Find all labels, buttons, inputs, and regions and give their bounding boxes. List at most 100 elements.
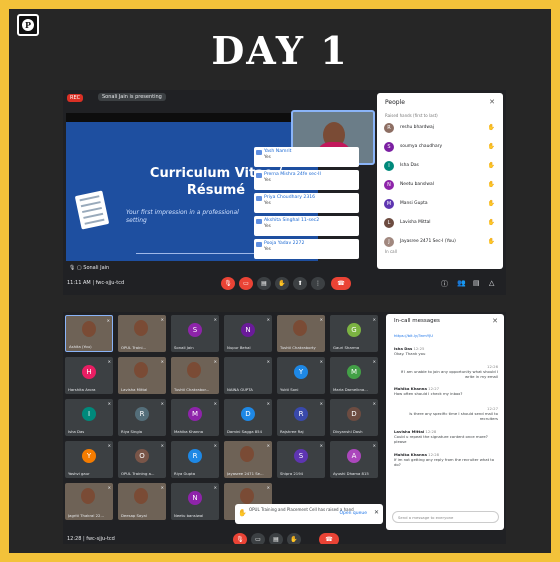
open-queue-link[interactable]: Open queue	[339, 511, 367, 516]
mic-off-button[interactable]: 🎙	[233, 533, 247, 544]
participant-tile[interactable]: ✕ Jayasree 2471 Se...	[224, 441, 272, 478]
participant-name: soumya chaudhary	[400, 144, 443, 149]
participant-name: Riya Singla	[121, 429, 143, 434]
participant-tile[interactable]: D ✕ Divyanshi Dash	[330, 399, 378, 436]
chat-notification[interactable]: Yash Namrit Yes	[254, 147, 359, 167]
participant-row[interactable]: L Lavisha Mittal ✋	[384, 218, 499, 232]
avatar: O	[135, 449, 149, 463]
captions-button[interactable]: ▤	[269, 533, 283, 544]
close-icon[interactable]: ✕	[492, 317, 498, 325]
participant-tile[interactable]: H ✕ Harshita Arora	[65, 357, 113, 394]
meeting-control-bar: 12:28 | fwc-sjju-tcd 🎙 ▭ ▤ ✋ ☎	[63, 533, 506, 544]
end-call-button[interactable]: ☎	[331, 277, 351, 290]
participant-tile[interactable]: Y ✕ Yukti Soni	[277, 357, 325, 394]
participant-name: Rajshree Raj	[280, 429, 304, 434]
participant-tile[interactable]: R ✕ Rajshree Raj	[277, 399, 325, 436]
participant-name: Isha Das	[68, 429, 85, 434]
avatar: M	[347, 365, 361, 379]
participant-tile[interactable]: ✕ Tushti Chakraborty	[277, 315, 325, 352]
participant-tile[interactable]: ✕ OPUL Traini...	[118, 315, 166, 352]
avatar: R	[188, 449, 202, 463]
mic-off-icon: ✕	[160, 401, 164, 406]
more-options-button[interactable]: ⋮	[311, 277, 325, 290]
chat-icon[interactable]: ▤	[473, 279, 480, 287]
mic-off-icon: ✕	[319, 443, 323, 448]
message-input[interactable]: Send a message to everyone	[392, 511, 499, 523]
chat-message: https://bit.ly/3nmYJU	[394, 333, 434, 338]
participant-avatar	[293, 320, 307, 336]
participant-tile[interactable]: ✕ Lavisha Mittal	[118, 357, 166, 394]
participant-tile[interactable]: D ✕ Damini Sagga 854	[224, 399, 272, 436]
captions-button[interactable]: ▤	[257, 277, 271, 290]
mic-off-icon: ✕	[213, 317, 217, 322]
participant-row[interactable]: Rreshu bhardwaj ✋	[384, 123, 499, 137]
people-heading: People	[385, 99, 405, 106]
participant-tile[interactable]: N ✕ Neetu banslwal	[171, 483, 219, 520]
chat-notifications: Yash Namrit Yes Prerna Mishra 24fe sec-II…	[254, 147, 359, 261]
participant-tile[interactable]: S ✕ Shipra 2194	[277, 441, 325, 478]
participant-tile[interactable]: R ✕ Riya Singla	[118, 399, 166, 436]
raise-hand-button[interactable]: ✋	[287, 533, 301, 544]
participant-row[interactable]: N Neetu banslwal ✋	[384, 180, 499, 194]
avatar: I	[82, 407, 96, 421]
avatar: M	[384, 199, 394, 209]
meeting-time-code: 12:28 | fwc-sjju-tcd	[67, 536, 115, 542]
participant-name: Divyanshi Dash	[333, 429, 363, 434]
participant-tile[interactable]: ✕ Jagriti Thakral 22...	[65, 483, 113, 520]
participant-tile[interactable]: G ✕ Gauri Sharma	[330, 315, 378, 352]
participant-tile[interactable]: N ✕ Nupur Behal	[224, 315, 272, 352]
avatar: R	[294, 407, 308, 421]
participant-row[interactable]: M Mansi Gupta ✋	[384, 199, 499, 213]
raise-hand-button[interactable]: ✋	[275, 277, 289, 290]
participant-tile[interactable]: ✕ NAINA GUPTA	[224, 357, 272, 394]
participant-name: reshu bhardwaj	[400, 125, 434, 130]
participant-row[interactable]: I Isha Das ✋	[384, 161, 499, 175]
slide-subtitle: Your first impression in a professional …	[126, 209, 239, 224]
participant-tile[interactable]: Y ✕ Yashvi gaur	[65, 441, 113, 478]
participant-name: Mansi Gupta	[400, 201, 428, 206]
camera-button[interactable]: ▭	[251, 533, 265, 544]
present-button[interactable]: ⬆	[293, 277, 307, 290]
participant-name: OPUL Training a...	[121, 471, 155, 476]
presenter-label: 🎙 ▢ Sonali Jain	[69, 265, 110, 271]
chat-notification[interactable]: Pooja Yadav 2272 Yes	[254, 239, 359, 259]
close-icon[interactable]: ✕	[489, 98, 495, 106]
participant-tile[interactable]: I ✕ Isha Das	[65, 399, 113, 436]
mic-off-button[interactable]: 🎙	[221, 277, 235, 290]
chat-notification[interactable]: Priya Choudhary 2316 Yes	[254, 193, 359, 213]
chat-notification[interactable]: Prerna Mishra 24fe sec-II Yes	[254, 170, 359, 190]
participant-avatar	[82, 321, 96, 337]
participant-tile[interactable]: M ✕ Mahika Khanna	[171, 399, 219, 436]
mic-off-icon: ✕	[266, 359, 270, 364]
recording-badge: REC	[67, 94, 84, 102]
people-icon[interactable]: 👥	[457, 279, 466, 287]
participant-tile[interactable]: A ✕ Ayushi Dhama 815	[330, 441, 378, 478]
chat-icon	[256, 196, 262, 201]
participant-tile[interactable]: R ✕ Riya Gupta	[171, 441, 219, 478]
avatar: N	[384, 180, 394, 190]
participant-tile[interactable]: O ✕ OPUL Training a...	[118, 441, 166, 478]
presenting-banner[interactable]: Sonali Jain is presenting	[98, 93, 166, 101]
participant-tile[interactable]: M ✕ Maria Darnelkna...	[330, 357, 378, 394]
raised-hand-icon: ✋	[487, 181, 495, 188]
chat-notification[interactable]: Akshita Singhal 11-sec2 Yes	[254, 216, 359, 236]
participant-name: Jagriti Thakral 22...	[68, 513, 105, 518]
participant-tile[interactable]: ✕ Tushti Chakrabor...	[171, 357, 219, 394]
page-title: DAY 1	[211, 28, 349, 73]
meet-screenshot-grid: ✕ Ashita (You) ✕ OPUL Traini... S ✕ Sonali Jai…	[63, 312, 506, 544]
participant-row[interactable]: Ssoumya chaudhary ✋	[384, 142, 499, 156]
avatar: S	[384, 142, 394, 152]
camera-off-button[interactable]: ▭	[239, 277, 253, 290]
participant-name: Sonali Jain	[174, 345, 194, 350]
participant-tile[interactable]: ✕ Deesap Sayal	[118, 483, 166, 520]
close-icon[interactable]: ✕	[374, 509, 379, 516]
participant-tile[interactable]: S ✕ Sonali Jain	[171, 315, 219, 352]
participant-tile[interactable]: ✕ Ashita (You)	[65, 315, 113, 352]
people-panel: People ✕ Raised hands (first to last) Rr…	[377, 93, 503, 269]
mic-off-icon: ✕	[213, 401, 217, 406]
info-icon[interactable]: ⓘ	[441, 279, 448, 289]
activities-icon[interactable]: △	[489, 279, 494, 287]
end-call-button[interactable]: ☎	[319, 533, 339, 544]
participant-row[interactable]: J Jayasree 2471 Sec-I (You) ✋	[384, 237, 499, 251]
raised-hand-icon: ✋	[487, 143, 495, 150]
